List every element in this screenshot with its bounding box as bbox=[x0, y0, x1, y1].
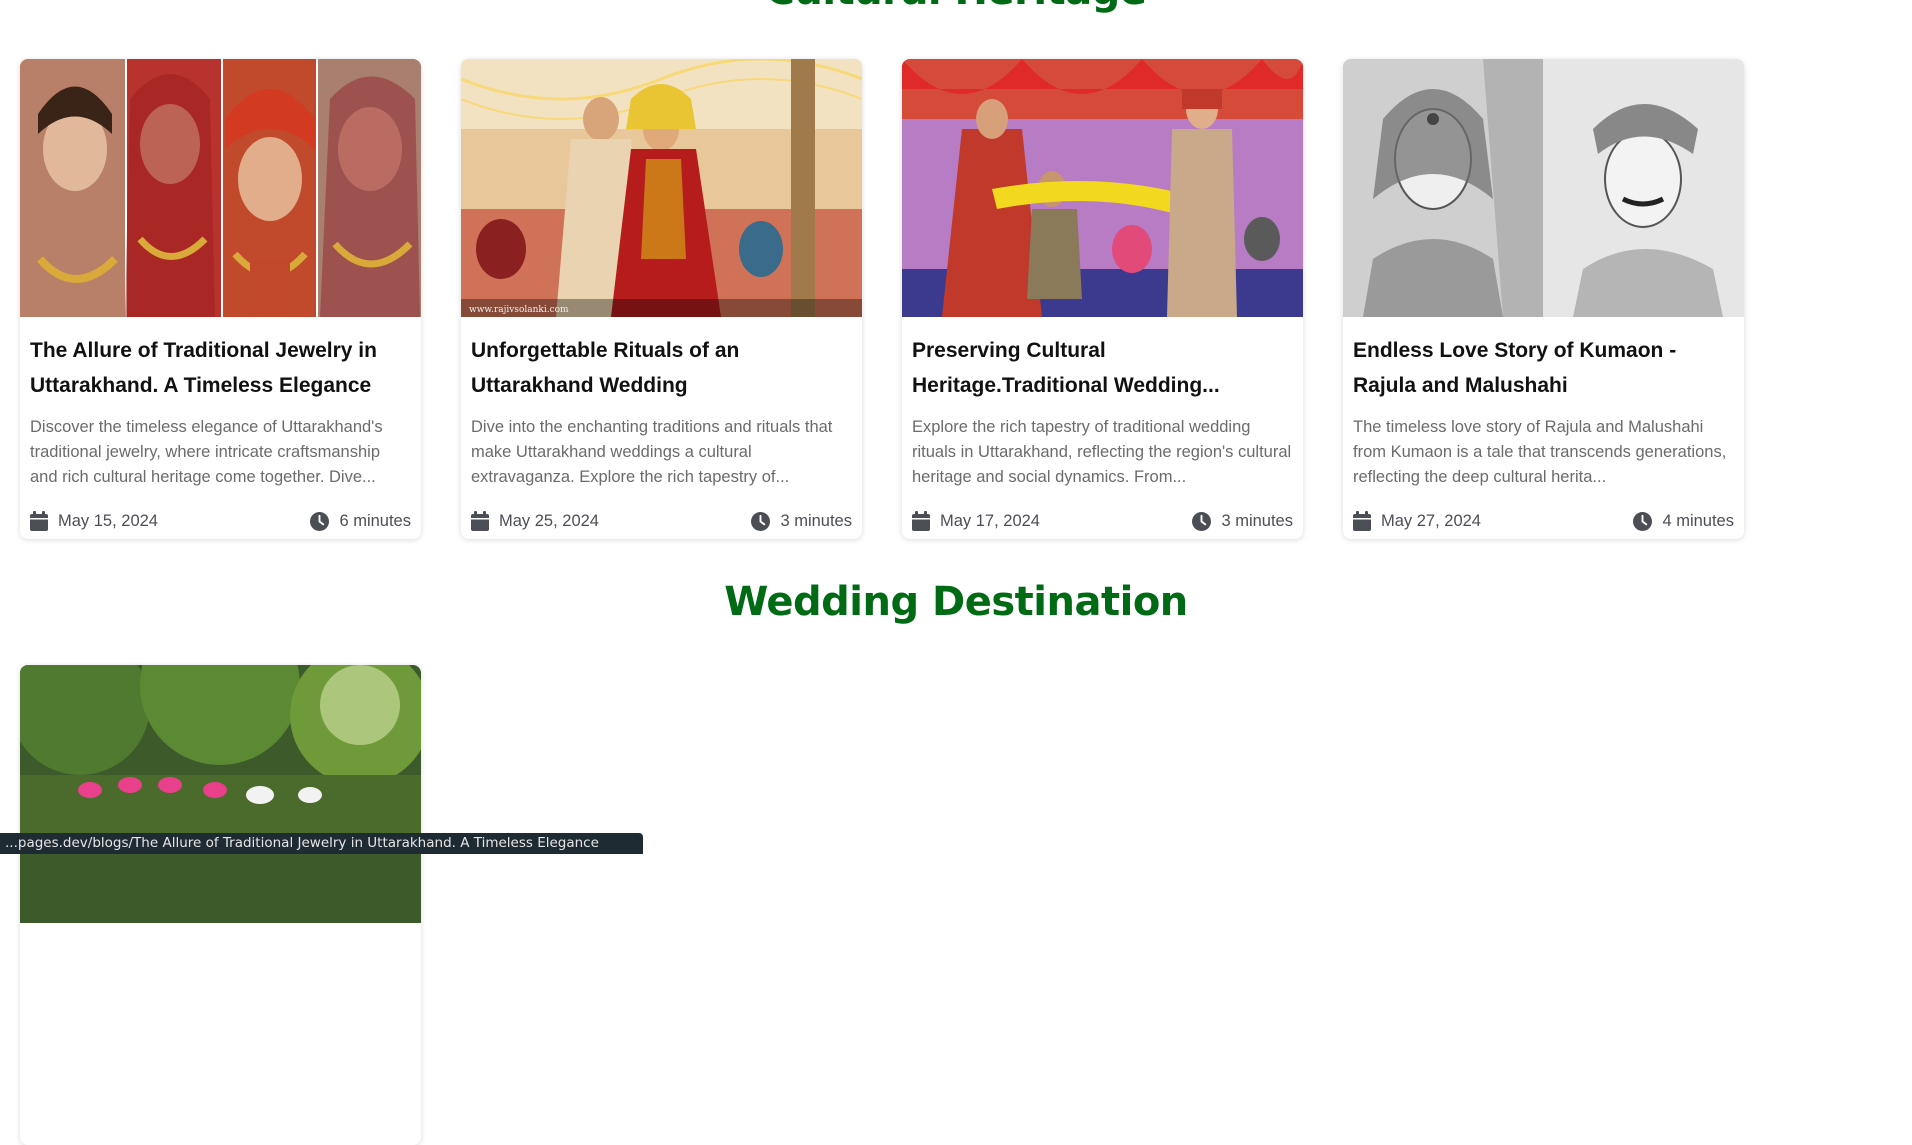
card-image-rituals: www.rajivsolanki.com bbox=[461, 59, 862, 317]
section-title-cultural-heritage: Cultural Heritage bbox=[0, 0, 1912, 14]
card-title[interactable]: Endless Love Story of Kumaon - Rajula an… bbox=[1353, 333, 1734, 403]
clock-icon bbox=[310, 511, 330, 531]
card-title[interactable]: Unforgettable Rituals of an Uttarakhand … bbox=[471, 333, 852, 403]
clock-icon bbox=[751, 511, 771, 531]
card-excerpt: Dive into the enchanting traditions and … bbox=[471, 418, 833, 486]
blog-card[interactable]: Preserving Cultural Heritage.Traditional… bbox=[902, 59, 1303, 539]
card-title[interactable]: Preserving Cultural Heritage.Traditional… bbox=[912, 333, 1293, 403]
wedding-card-grid bbox=[20, 665, 421, 1145]
card-meta: May 17, 2024 3 minutes bbox=[912, 511, 1293, 531]
blog-card[interactable]: Endless Love Story of Kumaon - Rajula an… bbox=[1343, 59, 1744, 539]
card-title[interactable]: The Allure of Traditional Jewelry in Utt… bbox=[30, 333, 411, 403]
calendar-icon bbox=[912, 511, 930, 531]
image-watermark: www.rajivsolanki.com bbox=[469, 305, 569, 315]
browser-status-bar-url: ...pages.dev/blogs/The Allure of Traditi… bbox=[0, 833, 643, 854]
card-read-time: 6 minutes bbox=[310, 511, 411, 531]
card-date: May 17, 2024 bbox=[912, 511, 1040, 531]
card-date-text: May 25, 2024 bbox=[499, 511, 599, 530]
card-date: May 15, 2024 bbox=[30, 511, 158, 531]
calendar-icon bbox=[1353, 511, 1371, 531]
card-read-time: 3 minutes bbox=[1192, 511, 1293, 531]
blog-card[interactable]: The Allure of Traditional Jewelry in Utt… bbox=[20, 59, 421, 539]
card-image-outdoor-procession bbox=[20, 665, 421, 923]
card-date: May 27, 2024 bbox=[1353, 511, 1481, 531]
card-image-sketch-portraits bbox=[1343, 59, 1744, 317]
clock-icon bbox=[1192, 511, 1212, 531]
calendar-icon bbox=[30, 511, 48, 531]
card-meta: May 25, 2024 3 minutes bbox=[471, 511, 852, 531]
card-date-text: May 17, 2024 bbox=[940, 511, 1040, 530]
card-date: May 25, 2024 bbox=[471, 511, 599, 531]
section-title-wedding-destination: Wedding Destination bbox=[724, 579, 1188, 625]
blog-card[interactable]: www.rajivsolanki.com Unforgettable Ritua… bbox=[461, 59, 862, 539]
card-meta: May 15, 2024 6 minutes bbox=[30, 511, 411, 531]
card-read-time-text: 6 minutes bbox=[339, 511, 411, 530]
card-date-text: May 27, 2024 bbox=[1381, 511, 1481, 530]
card-excerpt: Explore the rich tapestry of traditional… bbox=[912, 418, 1292, 486]
card-excerpt: The timeless love story of Rajula and Ma… bbox=[1353, 418, 1727, 486]
blog-card[interactable] bbox=[20, 665, 421, 1145]
card-read-time-text: 4 minutes bbox=[1662, 511, 1734, 530]
card-image-ceremony bbox=[902, 59, 1303, 317]
card-image-jewelry bbox=[20, 59, 421, 317]
card-read-time: 3 minutes bbox=[751, 511, 852, 531]
heritage-card-grid: The Allure of Traditional Jewelry in Utt… bbox=[20, 59, 1744, 539]
card-date-text: May 15, 2024 bbox=[58, 511, 158, 530]
card-meta: May 27, 2024 4 minutes bbox=[1353, 511, 1734, 531]
card-read-time-text: 3 minutes bbox=[1221, 511, 1293, 530]
calendar-icon bbox=[471, 511, 489, 531]
card-read-time-text: 3 minutes bbox=[780, 511, 852, 530]
card-read-time: 4 minutes bbox=[1633, 511, 1734, 531]
clock-icon bbox=[1633, 511, 1653, 531]
card-excerpt: Discover the timeless elegance of Uttara… bbox=[30, 418, 383, 486]
